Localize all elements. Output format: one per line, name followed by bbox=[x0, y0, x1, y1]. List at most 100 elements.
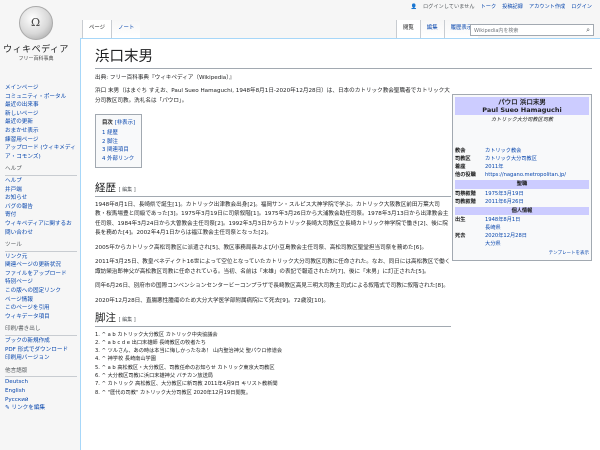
edit-section-link[interactable]: [ 編集 ] bbox=[119, 187, 136, 193]
reference-item[interactable]: 5. ^ a b 高松教区・大分教区、司教任命のお知らせ カトリック東京大司教区 bbox=[95, 364, 451, 372]
sidebar-item[interactable]: コミュニティ・ポータル bbox=[5, 93, 77, 102]
paragraph: 2020年12月28日、直腸悪性腫瘍のため大分大学医学部附属病院にて死去[9]。… bbox=[95, 297, 329, 304]
toc-title: 目次 bbox=[102, 120, 113, 126]
reference-item[interactable]: 2. ^ a b c d e 出口末雄師 長崎教区の牧者たち bbox=[95, 339, 451, 347]
sidebar-item[interactable]: ヘルプ bbox=[5, 177, 77, 186]
sidebar-heading-tools: ツール bbox=[5, 241, 77, 252]
sidebar-item[interactable]: このページを引用 bbox=[5, 304, 77, 313]
paragraph: 同年6月26日、別府市の国際コンベンションセンタービーコンプラザで長崎教区高見三… bbox=[95, 283, 449, 290]
infobox-subtitle: カトリック大分司教区司教 bbox=[490, 117, 554, 123]
sidebar-item[interactable]: PDF 形式でダウンロード bbox=[5, 346, 77, 355]
infobox-row: 他の役職 https://nagano.metropolitan.jp/ bbox=[455, 172, 567, 179]
article-body: 浜口 末男（はまぐち すえお、Paul Sueo Hamaguchi, 1948… bbox=[95, 87, 451, 397]
infobox-row: 出生 1948年8月1日 bbox=[455, 216, 521, 223]
sidebar-item[interactable]: 井戸端 bbox=[5, 186, 77, 195]
tab-page[interactable]: ページ bbox=[82, 20, 112, 38]
paragraph: 2011年3月25日、教皇ベネディクト16世によって空位となっていたカトリック大… bbox=[95, 259, 451, 275]
logo-wordmark: ウィキペディア bbox=[3, 45, 69, 55]
personal-tools: 👤 ログインしていません トーク 投稿記録 アカウント作成 ログイン bbox=[410, 3, 592, 11]
lead-paragraph: 浜口 末男（はまぐち すえお、Paul Sueo Hamaguchi, 1948… bbox=[95, 88, 450, 104]
sidebar-item[interactable]: 関連ページの更新状況 bbox=[5, 261, 77, 270]
tab-note[interactable]: ノート bbox=[111, 20, 141, 38]
page-title: 浜口末男 bbox=[95, 45, 592, 69]
sidebar-item[interactable]: 寄付 bbox=[5, 211, 77, 220]
sidebar-item[interactable]: ファイルをアップロード bbox=[5, 270, 77, 279]
sidebar-heading-print: 印刷/書き出し bbox=[5, 325, 77, 337]
edit-section-link[interactable]: [ 編集 ] bbox=[119, 317, 136, 323]
sidebar-item[interactable]: リンク元 bbox=[5, 253, 77, 262]
site-subtitle: 出典: フリー百科事典『ウィキペディア（Wikipedia）』 bbox=[95, 75, 235, 81]
user-icon: 👤 bbox=[410, 3, 417, 10]
talk-link[interactable]: トーク bbox=[481, 3, 497, 10]
infobox-section-personal: 個人情報 bbox=[455, 206, 589, 215]
sidebar-item[interactable]: アップロード (ウィキメディア・コモンズ) bbox=[5, 144, 77, 161]
pencil-icon: ✎ bbox=[5, 405, 10, 412]
toc-item[interactable]: 1 経歴 bbox=[102, 129, 135, 137]
infobox-section-ordination: 聖職 bbox=[455, 180, 589, 189]
namespace-tabs: ページ ノート bbox=[82, 20, 141, 38]
reference-item[interactable]: 4. ^ 神学校 長崎南山学園 bbox=[95, 355, 451, 363]
sidebar-item[interactable]: 練習用ページ bbox=[5, 136, 77, 145]
infobox-row: 死去 2020年12月28日 bbox=[455, 233, 527, 240]
sidebar: メインページ コミュニティ・ポータル 最近の出来事 新しいページ 最近の更新 お… bbox=[5, 84, 77, 413]
sidebar-nav: メインページ コミュニティ・ポータル 最近の出来事 新しいページ 最近の更新 お… bbox=[5, 84, 77, 161]
language-link[interactable]: Русский bbox=[5, 396, 77, 405]
sidebar-heading-languages: 他言語版 bbox=[5, 367, 77, 378]
sidebar-item[interactable]: ウィキデータ項目 bbox=[5, 313, 77, 322]
infobox-row: 司祭叙階 1975年3月19日 bbox=[455, 190, 524, 197]
logo-tagline: フリー百科事典 bbox=[18, 56, 54, 62]
reference-item[interactable]: 1. ^ a b カトリック大分教区 カトリック中央協議会 bbox=[95, 331, 451, 339]
sidebar-item[interactable]: ウィキペディアに関するお問い合わせ bbox=[5, 220, 77, 237]
toc-item[interactable]: 4 外部リンク bbox=[102, 155, 135, 163]
not-logged-in-text: ログインしていません bbox=[422, 4, 475, 10]
sidebar-item[interactable]: 最近の更新 bbox=[5, 118, 77, 127]
sidebar-item[interactable]: お知らせ bbox=[5, 194, 77, 203]
sidebar-item[interactable]: 特別ページ bbox=[5, 278, 77, 287]
contributions-link[interactable]: 投稿記録 bbox=[502, 3, 523, 10]
view-tabs: 閲覧 編集 履歴表示 bbox=[396, 20, 479, 38]
section-heading-career: 経歴 [ 編集 ] bbox=[95, 183, 451, 197]
tab-edit[interactable]: 編集 bbox=[419, 20, 444, 38]
tab-read[interactable]: 閲覧 bbox=[396, 20, 420, 38]
toc-item[interactable]: 2 脚注 bbox=[102, 138, 135, 146]
sidebar-item[interactable]: おまかせ表示 bbox=[5, 127, 77, 136]
reference-item[interactable]: 7. ^ カトリック 高松教区、大分教区に新司教 2011年4月9日 キリスト教… bbox=[95, 380, 451, 388]
sidebar-item[interactable]: ブックの新規作成 bbox=[5, 337, 77, 346]
sidebar-item[interactable]: この版への固定リンク bbox=[5, 287, 77, 296]
infobox-image-placeholder bbox=[455, 125, 589, 147]
toc-toggle[interactable]: [非表示] bbox=[115, 120, 135, 126]
search-placeholder: Wikipedia内を検索 bbox=[474, 28, 519, 34]
table-of-contents: 目次 [非表示] 1 経歴 2 脚注 3 関連項目 4 外部リンク bbox=[95, 114, 143, 169]
section-heading-notes: 脚注 [ 編集 ] bbox=[95, 313, 451, 327]
infobox-row: 司教叙階 2011年6月26日 bbox=[455, 198, 524, 205]
language-link[interactable]: English bbox=[5, 387, 77, 396]
infobox-row: 司教区 カトリック大分司教区 bbox=[455, 156, 537, 163]
reference-item[interactable]: 6. ^ 大分教区司教に浜口末雄神父 バチカン放送局 bbox=[95, 372, 451, 380]
sidebar-item[interactable]: 印刷用バージョン bbox=[5, 354, 77, 363]
sidebar-heading-help: ヘルプ bbox=[5, 165, 77, 176]
template-link[interactable]: テンプレートを表示 bbox=[549, 251, 589, 256]
login-link[interactable]: ログイン bbox=[571, 3, 592, 10]
sidebar-item[interactable]: バグの報告 bbox=[5, 203, 77, 212]
infobox-row: 大分県 bbox=[485, 241, 501, 248]
infobox: パウロ 浜口末男 Paul Sueo Hamaguchi カトリック大分司教区司教… bbox=[452, 94, 592, 262]
paragraph: 1948年8月1日、長崎県で誕生[1]。カトリック出津教会出身[2]。福岡サン・… bbox=[95, 201, 449, 237]
search-input[interactable]: Wikipedia内を検索 ⌕ bbox=[470, 24, 594, 36]
sidebar-item[interactable]: 新しいページ bbox=[5, 110, 77, 119]
references-list: 1. ^ a b カトリック大分教区 カトリック中央協議会 2. ^ a b c… bbox=[95, 331, 451, 397]
infobox-row: 長崎県 bbox=[485, 224, 501, 231]
sidebar-item[interactable]: 最近の出来事 bbox=[5, 101, 77, 110]
sidebar-item[interactable]: メインページ bbox=[5, 84, 77, 93]
toc-item[interactable]: 3 関連項目 bbox=[102, 146, 135, 154]
reference-item[interactable]: 8. ^ "歴代の司教" カトリック大分司教区 2020年12月19日閲覧。 bbox=[95, 389, 451, 397]
edit-links-link[interactable]: ✎ リンクを編集 bbox=[5, 404, 77, 413]
infobox-row: 着座 2011年 bbox=[455, 164, 504, 171]
language-link[interactable]: Deutsch bbox=[5, 378, 77, 387]
reference-item[interactable]: 3. ^ ツルさん、あの時は本当に悔しかったなあ！ 山内聖治神父 聖パウロ修道会 bbox=[95, 347, 451, 355]
infobox-title: パウロ 浜口末男 Paul Sueo Hamaguchi bbox=[455, 97, 589, 115]
infobox-row: 教会 カトリック教会 bbox=[455, 148, 522, 155]
create-account-link[interactable]: アカウント作成 bbox=[529, 3, 565, 10]
sidebar-item[interactable]: ページ情報 bbox=[5, 296, 77, 305]
top-bar: 👤 ログインしていません トーク 投稿記録 アカウント作成 ログイン ページ ノ… bbox=[0, 0, 600, 38]
search-icon[interactable]: ⌕ bbox=[586, 26, 590, 35]
